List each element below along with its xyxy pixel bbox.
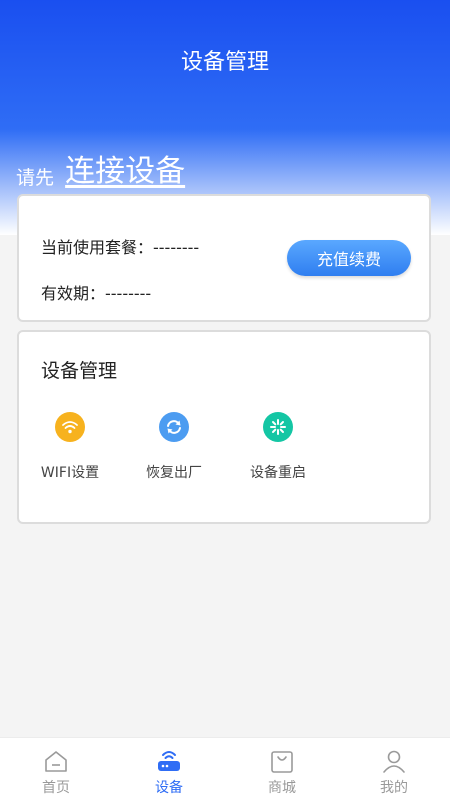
refresh-icon bbox=[159, 412, 189, 442]
device-reboot-label: 设备重启 bbox=[250, 465, 306, 481]
wifi-icon bbox=[55, 412, 85, 442]
profile-icon bbox=[354, 748, 434, 774]
plan-card: 当前使用套餐：-------- 有效期：-------- 充值续费 bbox=[17, 194, 431, 322]
tab-home-label: 首页 bbox=[42, 780, 70, 796]
section-title: 设备管理 bbox=[41, 360, 118, 382]
wifi-settings-label: WIFI设置 bbox=[40, 465, 100, 481]
tab-profile-label: 我的 bbox=[380, 780, 408, 796]
wifi-settings-button[interactable]: WIFI设置 bbox=[25, 412, 115, 482]
page-title: 设备管理 bbox=[180, 50, 269, 75]
recharge-button[interactable]: 充值续费 bbox=[287, 240, 411, 276]
router-icon bbox=[129, 748, 209, 774]
shopping-bag-icon bbox=[242, 748, 322, 774]
connect-prompt: 请先 连接设备 bbox=[16, 146, 185, 190]
tab-shop[interactable]: 商城 bbox=[242, 748, 322, 797]
factory-reset-label: 恢复出厂 bbox=[146, 465, 202, 481]
factory-reset-button[interactable]: 恢复出厂 bbox=[129, 412, 219, 482]
current-plan-text: 当前使用套餐：-------- bbox=[41, 238, 200, 257]
home-icon bbox=[16, 748, 96, 774]
tab-home[interactable]: 首页 bbox=[16, 748, 96, 797]
connect-prefix-text: 请先 bbox=[16, 167, 55, 189]
device-reboot-button[interactable]: 设备重启 bbox=[233, 412, 323, 482]
tab-device[interactable]: 设备 bbox=[129, 748, 209, 797]
bottom-tab-bar: 首页 设备 商城 我的 bbox=[0, 737, 450, 801]
tab-device-label: 设备 bbox=[155, 780, 183, 796]
reboot-icon bbox=[263, 412, 293, 442]
expiry-text: 有效期：-------- bbox=[41, 284, 152, 303]
tab-shop-label: 商城 bbox=[268, 780, 296, 796]
device-management-card: 设备管理 WIFI设置 恢复出厂 设备重启 bbox=[17, 330, 431, 524]
tab-profile[interactable]: 我的 bbox=[354, 748, 434, 797]
connect-device-link[interactable]: 连接设备 bbox=[65, 154, 185, 189]
